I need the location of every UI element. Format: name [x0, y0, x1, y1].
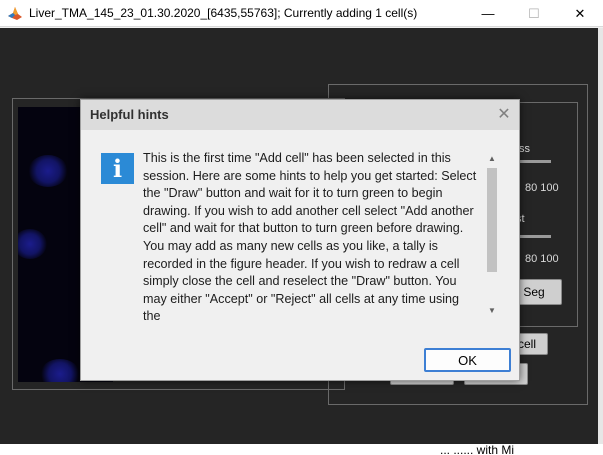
cell-blob: [28, 155, 68, 187]
helpful-hints-dialog: Helpful hints ✕ i This is the first time…: [80, 99, 520, 381]
bottom-partial-text: ... ...... with Mi: [440, 443, 515, 455]
right-edge-strip: [598, 28, 603, 455]
window-title-bar: Liver_TMA_145_23_01.30.2020_[6435,55763]…: [0, 0, 603, 27]
cell-blob: [18, 229, 47, 259]
cell-blob: [40, 359, 80, 382]
window-title: Liver_TMA_145_23_01.30.2020_[6435,55763]…: [29, 6, 418, 20]
message-scrollbar[interactable]: ▲ ▼: [485, 154, 499, 320]
minimize-button[interactable]: —: [465, 0, 511, 27]
scroll-thumb[interactable]: [487, 168, 497, 272]
dialog-message: This is the first time "Add cell" has be…: [143, 151, 477, 320]
ok-button[interactable]: OK: [424, 348, 511, 372]
contrast-ticks: 80 100: [525, 253, 559, 265]
scroll-down-icon[interactable]: ▼: [488, 306, 496, 315]
maximize-button[interactable]: ☐: [511, 0, 557, 27]
dialog-title-bar: Helpful hints ✕: [81, 100, 519, 130]
info-glyph: i: [112, 153, 123, 183]
info-icon: i: [101, 153, 134, 184]
close-window-button[interactable]: ✕: [557, 0, 603, 27]
intensity-label: ss: [519, 143, 530, 155]
scroll-up-icon[interactable]: ▲: [488, 154, 496, 163]
intensity-ticks: 80 100: [525, 182, 559, 194]
matlab-icon: [8, 7, 22, 20]
dialog-close-icon[interactable]: ✕: [495, 105, 513, 123]
dialog-title: Helpful hints: [90, 107, 169, 122]
